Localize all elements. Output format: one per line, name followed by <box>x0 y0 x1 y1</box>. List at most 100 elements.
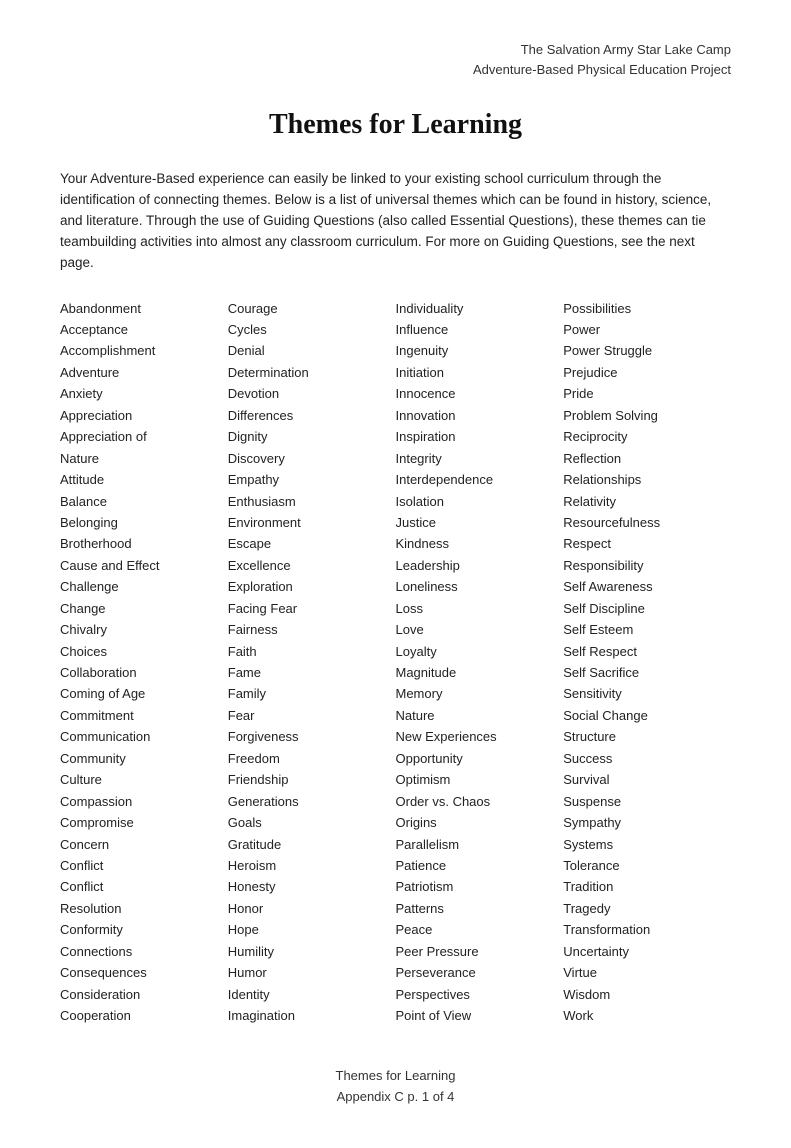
theme-item: Wisdom <box>563 984 731 1005</box>
theme-item: Opportunity <box>396 748 564 769</box>
theme-item: Power <box>563 319 731 340</box>
theme-item: Self Awareness <box>563 576 731 597</box>
theme-item: Love <box>396 619 564 640</box>
theme-item: Self Esteem <box>563 619 731 640</box>
theme-item: Conflict <box>60 876 228 897</box>
theme-item: Discovery <box>228 448 396 469</box>
theme-item: Influence <box>396 319 564 340</box>
theme-item: Resolution <box>60 898 228 919</box>
theme-item: Devotion <box>228 383 396 404</box>
theme-item: Adventure <box>60 362 228 383</box>
theme-item: Balance <box>60 491 228 512</box>
theme-item: Justice <box>396 512 564 533</box>
theme-item: Heroism <box>228 855 396 876</box>
theme-item: Compromise <box>60 812 228 833</box>
theme-item: Acceptance <box>60 319 228 340</box>
page-title: Themes for Learning <box>60 109 731 141</box>
theme-item: Appreciation of <box>60 426 228 447</box>
theme-item: Loss <box>396 598 564 619</box>
theme-item: Facing Fear <box>228 598 396 619</box>
theme-item: Attitude <box>60 469 228 490</box>
theme-item: Honesty <box>228 876 396 897</box>
theme-item: Patterns <box>396 898 564 919</box>
theme-item: Conflict <box>60 855 228 876</box>
theme-item: Work <box>563 1005 731 1026</box>
page-footer: Themes for Learning Appendix C p. 1 of 4 <box>60 1066 731 1108</box>
theme-item: Imagination <box>228 1005 396 1026</box>
theme-item: Chivalry <box>60 619 228 640</box>
theme-item: Self Respect <box>563 641 731 662</box>
theme-item: Gratitude <box>228 834 396 855</box>
theme-item: Possibilities <box>563 298 731 319</box>
theme-item: Escape <box>228 533 396 554</box>
theme-item: Tolerance <box>563 855 731 876</box>
themes-column-4: PossibilitiesPowerPower StrugglePrejudic… <box>563 298 731 1027</box>
theme-item: Peace <box>396 919 564 940</box>
theme-item: Power Struggle <box>563 340 731 361</box>
theme-item: Family <box>228 683 396 704</box>
theme-item: Community <box>60 748 228 769</box>
theme-item: Challenge <box>60 576 228 597</box>
theme-item: Reflection <box>563 448 731 469</box>
theme-item: Nature <box>60 448 228 469</box>
theme-item: Survival <box>563 769 731 790</box>
intro-paragraph: Your Adventure-Based experience can easi… <box>60 169 731 274</box>
theme-item: Cycles <box>228 319 396 340</box>
theme-item: Consequences <box>60 962 228 983</box>
theme-item: Origins <box>396 812 564 833</box>
theme-item: Systems <box>563 834 731 855</box>
theme-item: Freedom <box>228 748 396 769</box>
theme-item: Cause and Effect <box>60 555 228 576</box>
header-line2: Adventure-Based Physical Education Proje… <box>473 62 731 77</box>
theme-item: Forgiveness <box>228 726 396 747</box>
theme-item: Leadership <box>396 555 564 576</box>
theme-item: Ingenuity <box>396 340 564 361</box>
theme-item: Structure <box>563 726 731 747</box>
theme-item: Coming of Age <box>60 683 228 704</box>
theme-item: Connections <box>60 941 228 962</box>
themes-column-3: IndividualityInfluenceIngenuityInitiatio… <box>396 298 564 1027</box>
theme-item: Prejudice <box>563 362 731 383</box>
theme-item: Optimism <box>396 769 564 790</box>
theme-item: Nature <box>396 705 564 726</box>
page-header: The Salvation Army Star Lake Camp Advent… <box>60 40 731 79</box>
theme-item: Accomplishment <box>60 340 228 361</box>
theme-item: Dignity <box>228 426 396 447</box>
theme-item: Enthusiasm <box>228 491 396 512</box>
theme-item: Culture <box>60 769 228 790</box>
theme-item: Determination <box>228 362 396 383</box>
theme-item: Collaboration <box>60 662 228 683</box>
theme-item: Suspense <box>563 791 731 812</box>
theme-item: Consideration <box>60 984 228 1005</box>
theme-item: Social Change <box>563 705 731 726</box>
theme-item: Excellence <box>228 555 396 576</box>
theme-item: Pride <box>563 383 731 404</box>
theme-item: Integrity <box>396 448 564 469</box>
theme-item: Change <box>60 598 228 619</box>
theme-item: Relativity <box>563 491 731 512</box>
theme-item: Memory <box>396 683 564 704</box>
theme-item: Loneliness <box>396 576 564 597</box>
theme-item: Identity <box>228 984 396 1005</box>
theme-item: Success <box>563 748 731 769</box>
theme-item: Magnitude <box>396 662 564 683</box>
theme-item: Innocence <box>396 383 564 404</box>
theme-item: Differences <box>228 405 396 426</box>
theme-item: Loyalty <box>396 641 564 662</box>
theme-item: Tragedy <box>563 898 731 919</box>
theme-item: Self Discipline <box>563 598 731 619</box>
theme-item: Uncertainty <box>563 941 731 962</box>
theme-item: Fame <box>228 662 396 683</box>
theme-item: Self Sacrifice <box>563 662 731 683</box>
theme-item: Isolation <box>396 491 564 512</box>
theme-item: Choices <box>60 641 228 662</box>
theme-item: Parallelism <box>396 834 564 855</box>
theme-item: Resourcefulness <box>563 512 731 533</box>
theme-item: Cooperation <box>60 1005 228 1026</box>
theme-item: Sensitivity <box>563 683 731 704</box>
theme-item: Problem Solving <box>563 405 731 426</box>
theme-item: Patriotism <box>396 876 564 897</box>
theme-item: Fear <box>228 705 396 726</box>
theme-item: Interdependence <box>396 469 564 490</box>
theme-item: Honor <box>228 898 396 919</box>
